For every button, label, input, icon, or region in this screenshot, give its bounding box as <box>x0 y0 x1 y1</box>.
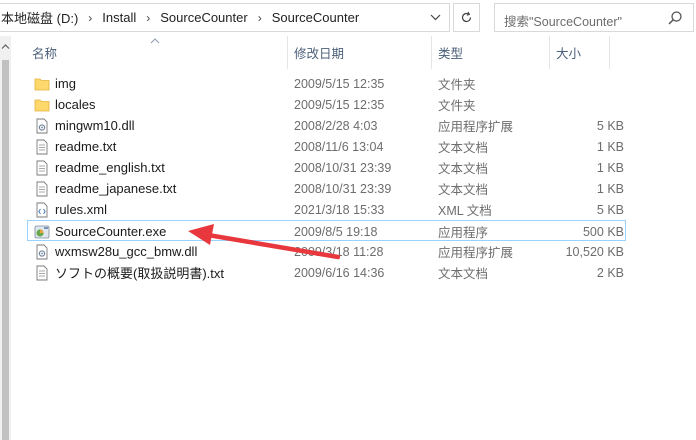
xml-file-icon <box>34 202 50 218</box>
breadcrumb-sourcecounter-current[interactable]: SourceCounter <box>270 10 361 25</box>
search-box[interactable]: 搜索"SourceCounter" <box>494 3 694 32</box>
file-size: 1 KB <box>596 181 624 196</box>
column-header-size[interactable]: 大小 <box>550 36 610 69</box>
refresh-button[interactable] <box>453 3 480 32</box>
file-type: 应用程序扩展 <box>438 246 514 260</box>
file-name: wxmsw28u_gcc_bmw.dll <box>55 244 198 259</box>
chevron-down-icon <box>430 14 441 21</box>
file-date: 2009/5/15 12:35 <box>294 97 385 112</box>
file-name: readme_english.txt <box>55 160 165 175</box>
file-row[interactable]: img 2009/5/15 12:35 文件夹 <box>28 73 638 94</box>
breadcrumb-drive[interactable]: 本地磁盘 (D:) <box>0 8 80 27</box>
file-date: 2008/10/31 23:39 <box>294 160 392 175</box>
folder-icon <box>34 76 50 92</box>
file-date: 2009/6/16 14:36 <box>294 265 385 280</box>
file-name: locales <box>55 97 96 112</box>
text-file-icon <box>34 139 50 155</box>
address-bar[interactable]: 本地磁盘 (D:) › Install › SourceCounter › So… <box>0 3 450 32</box>
file-name: img <box>55 76 76 91</box>
sort-ascending-icon <box>150 38 160 44</box>
file-size: 10,520 KB <box>565 244 624 259</box>
search-input[interactable]: 搜索"SourceCounter" <box>504 11 622 30</box>
file-size <box>558 94 624 115</box>
refresh-icon <box>461 11 472 23</box>
file-name-cell: readme_english.txt <box>34 157 289 178</box>
file-size: 1 KB <box>596 139 624 154</box>
column-headers: 名称 修改日期 类型 大小 <box>14 36 696 69</box>
file-row[interactable]: locales 2009/5/15 12:35 文件夹 <box>28 94 638 115</box>
dll-file-icon <box>34 244 50 260</box>
file-row[interactable]: ソフトの概要(取扱説明書).txt 2009/6/16 14:36 文本文档 2 KB <box>28 262 638 283</box>
file-type: 文件夹 <box>438 99 476 113</box>
file-size: 500 KB <box>582 224 624 239</box>
file-type: 文本文档 <box>438 141 489 155</box>
file-type: 文本文档 <box>438 183 489 197</box>
dll-file-icon <box>34 118 50 134</box>
file-name-cell: mingwm10.dll <box>34 115 289 136</box>
address-history-dropdown-button[interactable] <box>422 4 449 31</box>
search-icon[interactable] <box>667 10 683 26</box>
exe-file-icon <box>34 224 50 240</box>
file-date: 2008/2/28 4:03 <box>294 118 378 133</box>
chevron-right-icon[interactable]: › <box>250 11 270 25</box>
file-name: readme_japanese.txt <box>55 181 177 196</box>
file-name-cell: readme_japanese.txt <box>34 178 289 199</box>
file-row[interactable]: mingwm10.dll 2008/2/28 4:03 应用程序扩展 5 KB <box>28 115 638 136</box>
file-type: 文件夹 <box>438 78 476 92</box>
file-name: ソフトの概要(取扱説明書).txt <box>55 266 224 281</box>
column-header-type[interactable]: 类型 <box>432 36 550 69</box>
navigation-pane-scrollbar[interactable] <box>2 60 9 440</box>
file-name-cell: locales <box>34 94 289 115</box>
file-name: mingwm10.dll <box>55 118 135 133</box>
file-type: XML 文档 <box>438 204 492 218</box>
file-row[interactable]: readme_japanese.txt 2008/10/31 23:39 文本文档 1… <box>28 178 638 199</box>
file-row[interactable]: readme.txt 2008/11/6 13:04 文本文档 1 KB <box>28 136 638 157</box>
text-file-icon <box>34 265 50 281</box>
chevron-right-icon[interactable]: › <box>138 11 158 25</box>
file-date: 2009/5/15 12:35 <box>294 76 385 91</box>
file-name: readme.txt <box>55 139 117 154</box>
file-size <box>558 73 624 94</box>
file-type: 应用程序 <box>438 226 489 240</box>
file-type: 应用程序扩展 <box>438 120 514 134</box>
text-file-icon <box>34 181 50 197</box>
file-name-cell: readme.txt <box>34 136 289 157</box>
file-type: 文本文档 <box>438 267 489 281</box>
file-name-cell: ソフトの概要(取扱説明書).txt <box>34 262 289 283</box>
file-date: 2008/11/6 13:04 <box>294 139 384 154</box>
file-type: 文本文档 <box>438 162 489 176</box>
annotation-arrow <box>188 224 340 260</box>
toolbar: 本地磁盘 (D:) › Install › SourceCounter › So… <box>0 0 696 35</box>
file-name: rules.xml <box>55 202 108 217</box>
file-name: SourceCounter.exe <box>55 224 167 239</box>
breadcrumb-sourcecounter-parent[interactable]: SourceCounter <box>158 10 249 25</box>
file-size: 1 KB <box>596 160 624 175</box>
file-row[interactable]: readme_english.txt 2008/10/31 23:39 文本文档 1 … <box>28 157 638 178</box>
file-name-cell: img <box>34 73 289 94</box>
file-size: 5 KB <box>596 118 624 133</box>
file-date: 2008/10/31 23:39 <box>294 181 392 196</box>
scroll-up-icon[interactable] <box>1 42 10 51</box>
breadcrumb: 本地磁盘 (D:) › Install › SourceCounter › So… <box>0 4 361 31</box>
column-header-date[interactable]: 修改日期 <box>288 36 432 69</box>
file-size: 2 KB <box>596 265 624 280</box>
text-file-icon <box>34 160 50 176</box>
file-size: 5 KB <box>596 202 624 217</box>
breadcrumb-install[interactable]: Install <box>100 10 138 25</box>
chevron-right-icon[interactable]: › <box>80 11 100 25</box>
folder-icon <box>34 97 50 113</box>
